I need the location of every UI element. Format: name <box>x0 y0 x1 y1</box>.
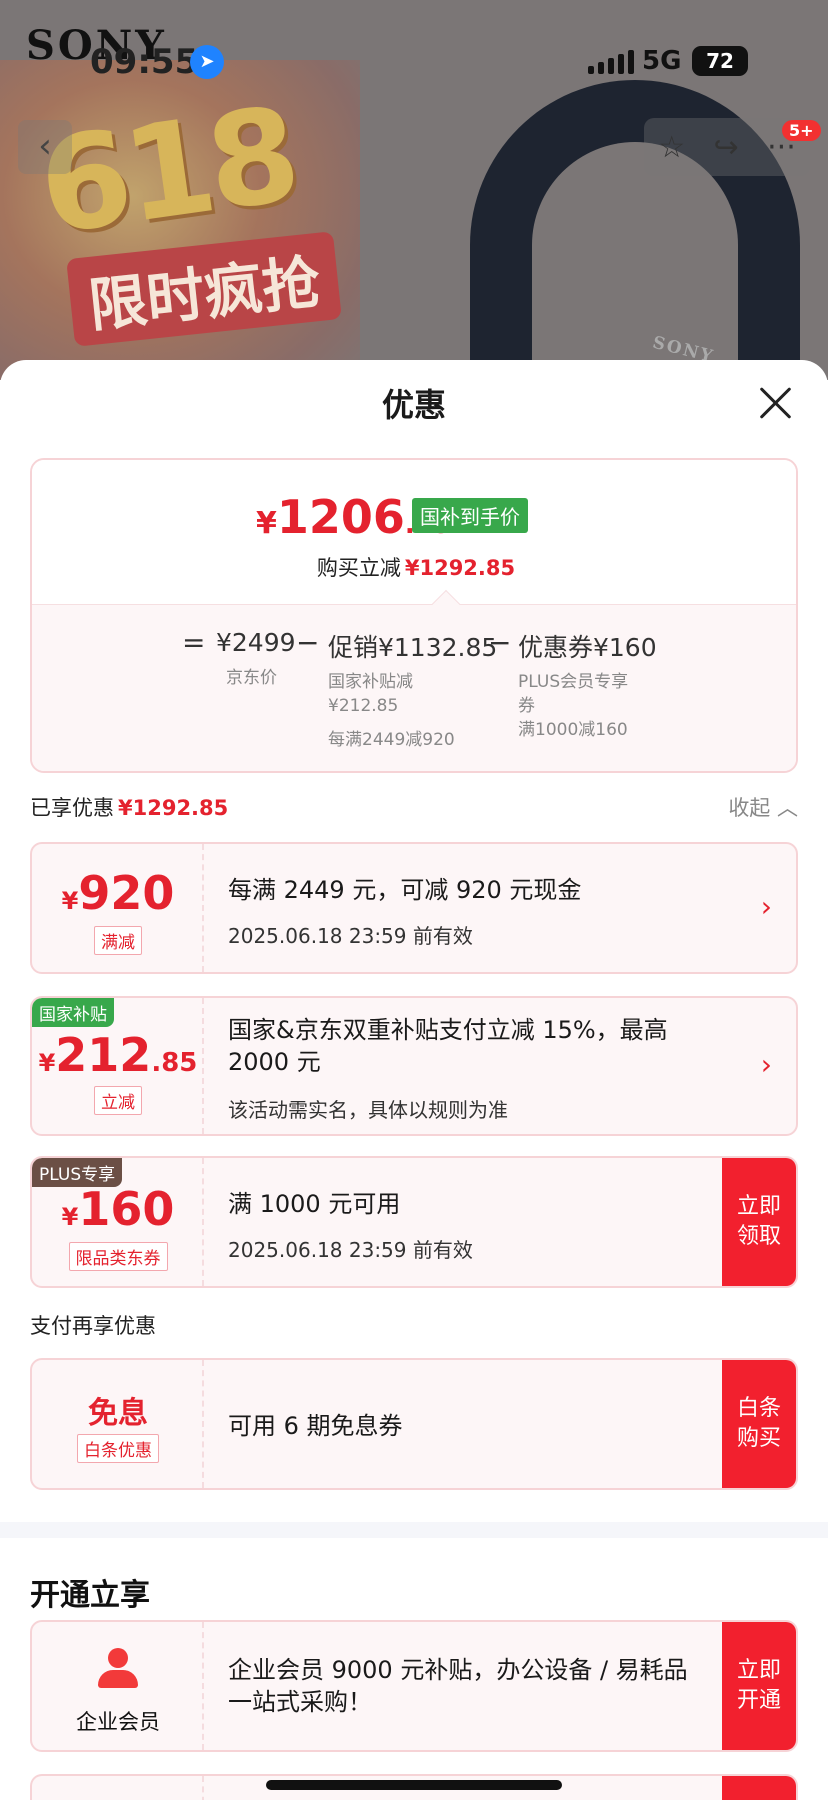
formula-coupon-label-3: 满1000减160 <box>518 720 628 740</box>
star-icon[interactable]: ☆ <box>658 130 685 165</box>
enterprise-member-title: 企业会员 9000 元补贴，办公设备 / 易耗品一站式采购！ <box>228 1656 688 1716</box>
battery-level: 72 <box>692 46 748 76</box>
coupon-title: 满 1000 元可用 <box>228 1190 401 1218</box>
formula-coupon-label-1: PLUS会员专享 <box>518 672 629 692</box>
chevron-right-icon[interactable]: › <box>761 890 772 923</box>
home-indicator <box>266 1780 562 1790</box>
coupon-card: PLUS专享 ¥160 限品类东券 满 1000 元可用 2025.06.18 … <box>30 1156 798 1288</box>
coupon-tag: 满减 <box>32 926 204 955</box>
formula-op: = <box>182 626 206 659</box>
enjoyed-discount-row: 已享优惠 ¥1292.85 收起 ︿ <box>30 792 798 822</box>
coupon-tag: 立减 <box>32 1086 204 1115</box>
open-section-title: 开通立享 <box>30 1578 150 1613</box>
formula-promo-label-1: 国家补贴减 <box>328 672 413 692</box>
coupon-amount: ¥212.85 <box>38 1028 198 1082</box>
claim-coupon-button[interactable]: 立即领取 <box>722 1158 796 1286</box>
coupon-card[interactable]: ¥920 满减 每满 2449 元，可减 920 元现金 2025.06.18 … <box>30 842 798 974</box>
interest-free-label: 免息 <box>88 1396 148 1431</box>
coupon-note: 该活动需实名，具体以规则为准 <box>228 1098 508 1122</box>
coupon-validity: 2025.06.18 23:59 前有效 <box>228 924 473 948</box>
formula-jd-label: 京东价 <box>226 668 277 688</box>
close-icon[interactable] <box>758 386 792 420</box>
coupon-card[interactable]: 国家补贴 ¥212.85 立减 国家&京东双重补贴支付立减 15%，最高 200… <box>30 996 798 1136</box>
chevron-up-icon: ︿ <box>777 796 798 820</box>
baitiao-card: 免息 白条优惠 可用 6 期免息券 白条购买 <box>30 1358 798 1490</box>
enterprise-member-card: 企业会员 企业会员 9000 元补贴，办公设备 / 易耗品一站式采购！ 立即开通 <box>30 1620 798 1752</box>
collapse-toggle[interactable]: 收起 ︿ <box>728 792 798 822</box>
enterprise-member-label: 企业会员 <box>76 1710 160 1734</box>
open-membership-button[interactable]: 立即开通 <box>722 1622 796 1750</box>
coupon-title: 国家&京东双重补贴支付立减 15%，最高 2000 元 <box>228 1016 668 1076</box>
formula-coupon: 优惠券¥160 <box>518 633 657 662</box>
sheet-title: 优惠 <box>381 386 446 424</box>
enjoyed-label: 已享优惠 <box>30 796 114 820</box>
coupon-amount: ¥920 <box>61 866 175 920</box>
formula-jd-price: ¥2499 <box>216 628 296 657</box>
price-summary-card: ¥1206.15 国补到手价 购买立减¥1292.85 = ¥2499 京东价 … <box>30 458 798 773</box>
reduce-line: 购买立减 ¥1292.85 <box>316 556 516 580</box>
baitiao-buy-button[interactable]: 白条购买 <box>722 1360 796 1488</box>
coupon-title: 每满 2449 元，可减 920 元现金 <box>228 876 582 904</box>
price-tag: 国补到手价 <box>412 498 528 533</box>
formula-promo-label-2: ¥212.85 <box>328 696 399 716</box>
network-type: 5G <box>642 46 682 76</box>
share-icon[interactable]: ↪ <box>714 130 739 165</box>
message-badge: 5+ <box>782 120 821 141</box>
status-time: 09:55 <box>90 42 199 82</box>
back-chevron-icon[interactable]: ‹ <box>18 120 72 174</box>
formula-promotion: 促销¥1132.85 <box>328 633 498 662</box>
baitiao-tag: 白条优惠 <box>32 1434 204 1463</box>
formula-op: − <box>296 626 320 659</box>
baitiao-title: 可用 6 期免息券 <box>228 1412 403 1440</box>
coupon-corner-badge: 国家补贴 <box>32 998 114 1027</box>
pay-section-label: 支付再享优惠 <box>30 1314 156 1338</box>
location-arrow-icon: ➤ <box>190 45 224 79</box>
chevron-right-icon[interactable]: › <box>761 1048 772 1081</box>
coupon-amount: ¥160 <box>61 1182 175 1236</box>
formula-coupon-label-2: 券 <box>518 696 535 716</box>
formula-op: − <box>488 626 512 659</box>
section-divider <box>0 1522 828 1538</box>
signal-icon <box>588 50 634 74</box>
coupon-validity: 2025.06.18 23:59 前有效 <box>228 1238 473 1262</box>
enjoyed-amount: ¥1292.85 <box>118 796 229 820</box>
discount-sheet: 优惠 ¥1206.15 国补到手价 购买立减¥1292.85 = ¥2499 京… <box>0 360 828 1800</box>
coupon-tag: 限品类东券 <box>32 1242 204 1271</box>
formula-promo-label-3: 每满2449减920 <box>328 730 455 750</box>
status-bar: 09:55 ➤ 5G 72 <box>0 0 828 120</box>
enterprise-member-icon <box>98 1648 138 1688</box>
